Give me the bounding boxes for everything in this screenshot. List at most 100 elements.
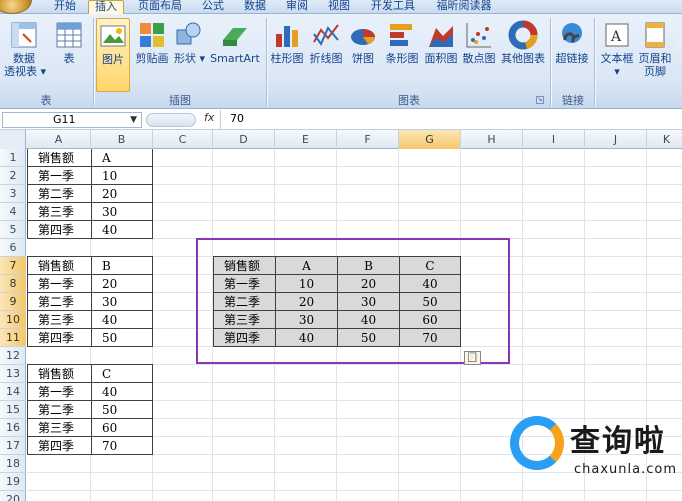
row-header-6[interactable]: 6: [0, 239, 26, 257]
table-cell[interactable]: 第三季: [27, 310, 92, 329]
row-header-20[interactable]: 20: [0, 491, 26, 501]
column-header-e[interactable]: E: [275, 130, 337, 149]
table-cell[interactable]: 销售额: [27, 149, 92, 167]
table-cell[interactable]: 第二季: [27, 292, 92, 311]
table-cell[interactable]: 40: [91, 310, 153, 329]
table-cell[interactable]: 60: [91, 418, 153, 437]
clipart-button[interactable]: 剪贴画: [134, 18, 170, 65]
tab-view[interactable]: 视图: [324, 0, 354, 14]
hyperlink-button[interactable]: 超链接: [552, 18, 592, 65]
row-header-9[interactable]: 9: [0, 293, 26, 311]
other-charts-label: 其他图表: [501, 52, 545, 65]
sales-table-a: 销售额 A 第一季 10 第二季 20 第三季 30 第四季 40: [27, 149, 153, 239]
table-cell[interactable]: 70: [91, 436, 153, 455]
row-header-1[interactable]: 1: [0, 149, 26, 167]
row-header-13[interactable]: 13: [0, 365, 26, 383]
row-header-8[interactable]: 8: [0, 275, 26, 293]
row-header-19[interactable]: 19: [0, 473, 26, 491]
column-header-b[interactable]: B: [91, 130, 153, 149]
table-cell[interactable]: 10: [91, 166, 153, 185]
formula-input[interactable]: 70: [230, 112, 244, 125]
name-box[interactable]: G11 ▼: [2, 112, 142, 128]
smartart-button[interactable]: SmartArt: [208, 18, 262, 65]
other-charts-button[interactable]: 其他图表: [498, 18, 548, 65]
table-cell[interactable]: 第二季: [27, 184, 92, 203]
tab-review[interactable]: 审阅: [282, 0, 312, 14]
shapes-button[interactable]: 形状 ▾: [174, 18, 205, 65]
textbox-button[interactable]: A 文本框 ▾: [598, 18, 636, 78]
tab-page-layout[interactable]: 页面布局: [134, 0, 186, 14]
bar-chart-button[interactable]: 条形图: [382, 18, 422, 65]
table-cell[interactable]: B: [91, 256, 153, 275]
table-cell[interactable]: 销售额: [27, 256, 92, 275]
row-header-11[interactable]: 11: [0, 329, 26, 347]
table-cell[interactable]: 第四季: [27, 220, 92, 239]
more-button[interactable]: [676, 18, 682, 52]
row-header-3[interactable]: 3: [0, 185, 26, 203]
row-header-14[interactable]: 14: [0, 383, 26, 401]
table-cell[interactable]: 40: [91, 382, 153, 401]
table-cell[interactable]: C: [91, 364, 153, 383]
column-header-i[interactable]: I: [523, 130, 585, 149]
column-header-g[interactable]: G: [399, 130, 461, 149]
table-cell[interactable]: 第四季: [27, 328, 92, 347]
office-button[interactable]: [0, 0, 32, 14]
select-all-corner[interactable]: [0, 130, 26, 149]
column-header-j[interactable]: J: [585, 130, 647, 149]
header-footer-button[interactable]: 页眉和 页脚: [636, 18, 674, 78]
table-cell[interactable]: 30: [91, 202, 153, 221]
formula-bar-resize-handle[interactable]: [146, 113, 196, 127]
table-cell[interactable]: 第一季: [27, 274, 92, 293]
ribbon: 数据 透视表 ▾ 表 表 图片 剪贴画 形状 ▾ SmartArt 插图 柱形图…: [0, 14, 682, 109]
row-header-10[interactable]: 10: [0, 311, 26, 329]
table-cell[interactable]: 20: [91, 274, 153, 293]
picture-button[interactable]: 图片: [96, 18, 130, 92]
paste-options-icon[interactable]: 📋: [464, 351, 481, 365]
charts-dialog-launcher-icon[interactable]: ↘: [536, 96, 544, 104]
scatter-chart-button[interactable]: 散点图: [460, 18, 498, 65]
tab-data[interactable]: 数据: [240, 0, 270, 14]
table-cell[interactable]: A: [91, 149, 153, 167]
table-cell[interactable]: 销售额: [27, 364, 92, 383]
row-header-2[interactable]: 2: [0, 167, 26, 185]
row-header-16[interactable]: 16: [0, 419, 26, 437]
insert-function-icon[interactable]: fx: [204, 111, 214, 124]
row-header-17[interactable]: 17: [0, 437, 26, 455]
column-header-a[interactable]: A: [27, 130, 91, 149]
tab-foxit-reader[interactable]: 福昕阅读器: [432, 0, 496, 14]
column-header-f[interactable]: F: [337, 130, 399, 149]
row-header-7[interactable]: 7: [0, 257, 26, 275]
row-header-18[interactable]: 18: [0, 455, 26, 473]
tab-insert[interactable]: 插入: [88, 0, 124, 14]
column-header-d[interactable]: D: [213, 130, 275, 149]
table-cell[interactable]: 第四季: [27, 436, 92, 455]
table-cell[interactable]: 第一季: [27, 166, 92, 185]
tab-developer[interactable]: 开发工具: [366, 0, 420, 14]
pie-chart-button[interactable]: 饼图: [348, 18, 378, 65]
table-cell[interactable]: 第二季: [27, 400, 92, 419]
column-chart-button[interactable]: 柱形图: [268, 18, 306, 65]
table-cell[interactable]: 20: [91, 184, 153, 203]
table-cell[interactable]: 50: [91, 328, 153, 347]
row-header-12[interactable]: 12: [0, 347, 26, 365]
row-header-4[interactable]: 4: [0, 203, 26, 221]
name-box-dropdown-icon[interactable]: ▼: [130, 113, 137, 127]
table-cell[interactable]: 第三季: [27, 202, 92, 221]
table-cell[interactable]: 40: [91, 220, 153, 239]
row-header-5[interactable]: 5: [0, 221, 26, 239]
pivot-table-button[interactable]: 数据 透视表 ▾: [4, 18, 46, 78]
table-cell[interactable]: 第三季: [27, 418, 92, 437]
table-cell[interactable]: 50: [91, 400, 153, 419]
tab-formulas[interactable]: 公式: [198, 0, 228, 14]
table-cell[interactable]: 30: [91, 292, 153, 311]
area-chart-button[interactable]: 面积图: [422, 18, 460, 65]
table-button[interactable]: 表: [54, 18, 84, 65]
row-header-15[interactable]: 15: [0, 401, 26, 419]
column-header-k[interactable]: K: [647, 130, 682, 149]
table-cell[interactable]: 第一季: [27, 382, 92, 401]
tab-home[interactable]: 开始: [50, 0, 80, 14]
name-box-value: G11: [53, 113, 76, 126]
column-header-h[interactable]: H: [461, 130, 523, 149]
column-header-c[interactable]: C: [153, 130, 213, 149]
line-chart-button[interactable]: 折线图: [306, 18, 346, 65]
